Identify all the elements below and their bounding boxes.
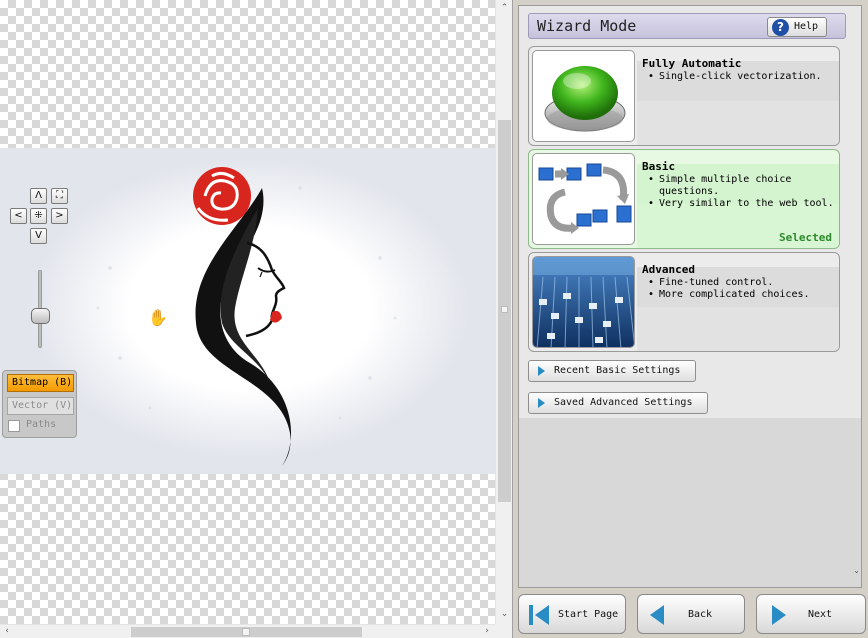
zoom-fit-button[interactable]: ⛶ xyxy=(51,188,68,204)
expand-arrow-icon xyxy=(538,398,545,408)
scroll-grip-icon xyxy=(242,628,250,636)
bitmap-view-button[interactable]: Bitmap (B) xyxy=(7,374,74,392)
zoom-slider-thumb[interactable] xyxy=(31,308,50,324)
scroll-grip-icon xyxy=(501,306,508,313)
bullet-item: Very similar to the web tool. xyxy=(648,198,838,210)
bullet-item: Fine-tuned control. xyxy=(648,277,838,289)
option-bullets: Single-click vectorization. xyxy=(648,71,838,83)
button-label: Recent Basic Settings xyxy=(554,365,681,376)
button-label: Next xyxy=(808,609,833,620)
option-title: Basic xyxy=(642,160,676,173)
wizard-content: Wizard Mode ? Help Fully Automatic • Sin… xyxy=(518,5,862,588)
horizontal-scrollbar[interactable]: ‹ › xyxy=(0,624,495,638)
selected-badge: Selected xyxy=(779,231,832,244)
saved-advanced-settings-button[interactable]: Saved Advanced Settings xyxy=(528,392,708,414)
paths-checkbox[interactable] xyxy=(8,420,20,432)
bullet-item: More complicated choices. xyxy=(648,289,838,301)
scroll-down-arrow-icon[interactable]: ⌄ xyxy=(853,566,860,575)
help-icon: ? xyxy=(772,19,789,36)
wizard-title: Wizard Mode xyxy=(537,17,637,35)
center-icon: ⁜ xyxy=(34,210,43,221)
view-mode-panel: Bitmap (B) Vector (V) Paths xyxy=(2,370,77,438)
pan-left-button[interactable]: < xyxy=(10,208,27,224)
bullet-item: Simple multiple choice questions. xyxy=(648,174,838,198)
wizard-panel: Wizard Mode ? Help Fully Automatic • Sin… xyxy=(512,0,868,638)
back-button[interactable]: Back xyxy=(637,594,745,634)
option-advanced[interactable]: Advanced Fine-tuned control. More compli… xyxy=(528,252,840,352)
pan-down-button[interactable]: V xyxy=(30,228,47,244)
option-fully-automatic[interactable]: Fully Automatic Single-click vectorizati… xyxy=(528,46,840,146)
option-bullets: Simple multiple choice questions. Very s… xyxy=(648,174,838,210)
help-button[interactable]: ? Help xyxy=(767,17,827,37)
button-label: Saved Advanced Settings xyxy=(554,397,693,408)
back-arrow-icon xyxy=(650,605,664,625)
next-arrow-icon xyxy=(772,605,786,625)
vertical-scrollbar[interactable]: ⌃ ⌄ xyxy=(495,0,512,624)
skip-to-start-icon xyxy=(529,605,549,625)
image-canvas[interactable]: Λ ⛶ < ⁜ > V Bitmap (B) Vector (V) Paths … xyxy=(0,0,495,624)
recent-basic-settings-button[interactable]: Recent Basic Settings xyxy=(528,360,696,382)
green-button-icon xyxy=(532,50,635,142)
fit-icon: ⛶ xyxy=(56,190,63,201)
expand-arrow-icon xyxy=(538,366,545,376)
option-basic[interactable]: Basic Simple multiple choice questions. … xyxy=(528,149,840,249)
rose-icon xyxy=(193,167,251,225)
hand-cursor-icon: ✋ xyxy=(148,308,168,327)
option-bullets: Fine-tuned control. More complicated cho… xyxy=(648,277,838,301)
scroll-right-arrow-icon[interactable]: › xyxy=(480,625,494,638)
flowchart-icon xyxy=(532,153,635,245)
mixing-console-icon xyxy=(532,256,635,348)
scrollbar-corner xyxy=(495,624,512,638)
option-title: Advanced xyxy=(642,263,695,276)
option-title: Fully Automatic xyxy=(642,57,742,70)
button-label: Start Page xyxy=(558,609,619,620)
scroll-down-arrow-icon[interactable]: ⌄ xyxy=(496,606,513,622)
pan-right-button[interactable]: > xyxy=(51,208,68,224)
button-label: Back xyxy=(688,609,713,620)
start-page-button[interactable]: Start Page xyxy=(518,594,626,634)
wizard-title-bar: Wizard Mode ? Help xyxy=(528,13,846,39)
scroll-left-arrow-icon[interactable]: ‹ xyxy=(0,625,14,638)
vector-view-button[interactable]: Vector (V) xyxy=(7,397,74,415)
help-label: Help xyxy=(794,21,819,32)
bullet-item: Single-click vectorization. xyxy=(648,71,838,83)
wizard-empty-area xyxy=(519,418,861,587)
scroll-up-arrow-icon[interactable]: ⌃ xyxy=(496,0,513,16)
pan-up-button[interactable]: Λ xyxy=(30,188,47,204)
paths-label: Paths xyxy=(26,419,57,430)
next-button[interactable]: Next xyxy=(756,594,866,634)
pan-center-button[interactable]: ⁜ xyxy=(30,208,47,224)
